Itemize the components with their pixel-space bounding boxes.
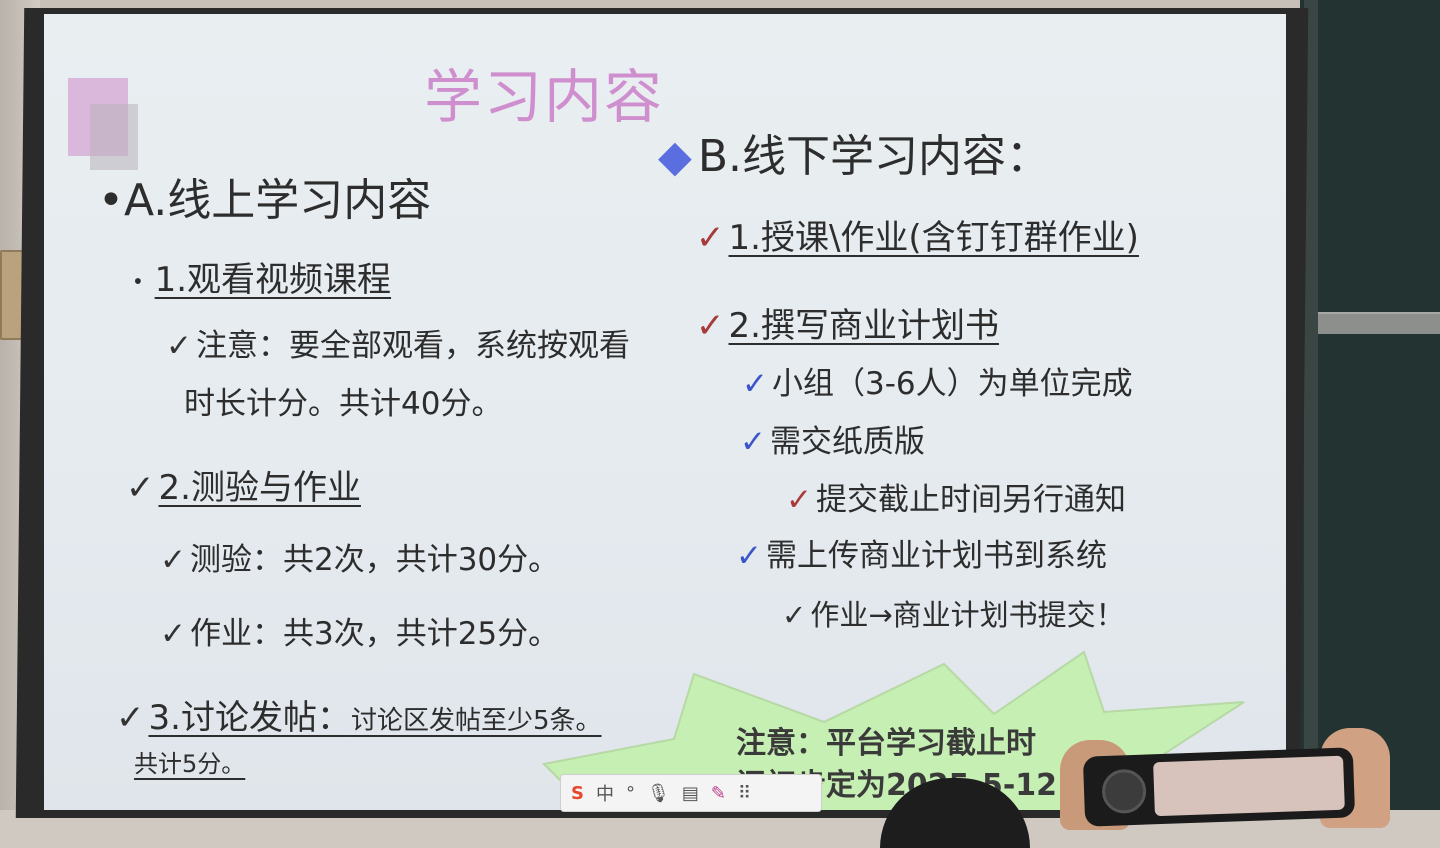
section-a-heading: •A.线上学习内容 [98,175,432,226]
check-icon: ✓ [742,366,768,402]
blackboard [1300,0,1440,810]
section-a-item1: • 1.观看视频课程 [132,252,391,301]
decorative-square-shadow [90,104,138,170]
check-icon: ✓ [160,542,186,578]
phone [1082,747,1356,827]
diamond-bullet-icon: ◆ [658,131,692,182]
sogou-logo-icon[interactable]: S [571,783,584,804]
dot-icon[interactable]: ° [626,783,635,804]
camera-icon [1101,768,1147,815]
section-b-heading: ◆ B.线下学习内容： [658,131,1051,182]
item2-quiz: ✓ 测验：共2次，共计30分。 [160,542,560,578]
item1-label: 1.观看视频课程 [154,260,392,300]
section-a-item2: ✓ 2.测验与作业 [126,468,361,508]
skin-icon[interactable]: ✎ [711,783,726,804]
mic-icon[interactable]: 🎙 [647,783,670,804]
check-icon: ✓ [126,468,155,508]
bullet-icon: • [132,269,144,294]
section-b-sub1: ✓ 小组（3-6人）为单位完成 [742,366,1133,402]
language-toggle[interactable]: 中 [596,780,614,806]
item3-detail2: 共计5分。 [134,750,246,778]
check-icon: ✓ [160,616,186,652]
item2-homework: ✓ 作业：共3次，共计25分。 [160,616,560,652]
keyboard-icon[interactable]: ▤ [682,783,699,804]
grid-icon[interactable]: ⠿ [738,783,751,804]
check-icon: ✓ [786,482,812,518]
slide-title: 学习内容 [424,63,665,131]
check-icon: ✓ [696,306,725,346]
section-b-item2: ✓ 2.撰写商业计划书 [696,306,999,346]
section-b-sub2a: ✓ 提交截止时间另行通知 [786,482,1126,518]
check-icon: ✓ [696,218,725,258]
section-b-item1: ✓ 1.授课\作业(含钉钉群作业) [696,218,1139,258]
phone-screen [1153,755,1345,817]
bullet-icon: • [98,175,124,226]
check-icon: ✓ [740,424,766,460]
chalk-rail [1318,312,1440,334]
check-icon: ✓ [782,598,807,632]
item1-note-line2: 时长计分。共计40分。 [184,386,503,422]
check-icon: ✓ [736,538,762,574]
item1-note-line1: ✓ 注意：要全部观看，系统按观看 [166,328,630,364]
check-icon: ✓ [116,698,145,738]
starburst-note-line1: 注意：平台学习截止时 [736,726,1036,761]
ime-toolbar[interactable]: S 中 ° 🎙 ▤ ✎ ⠿ [560,774,822,812]
section-b-sub3: ✓ 需上传商业计划书到系统 [736,538,1107,574]
slide: 学习内容 •A.线上学习内容 • 1.观看视频课程 ✓ 注意：要全部观看，系统按观… [44,14,1286,810]
check-icon: ✓ [166,328,192,364]
section-b-sub3a: ✓ 作业→商业计划书提交！ [782,598,1125,632]
section-b-sub2: ✓ 需交纸质版 [740,424,925,460]
